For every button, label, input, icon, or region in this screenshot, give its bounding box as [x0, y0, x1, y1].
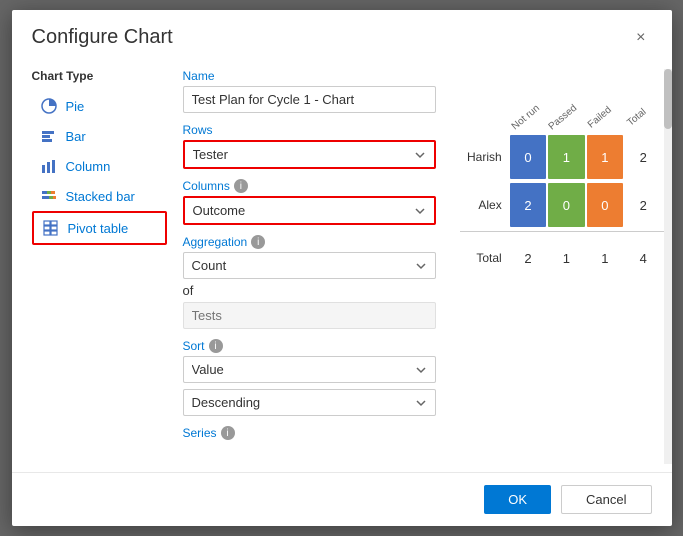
rows-label: Rows [183, 123, 436, 137]
columns-info-icon[interactable]: i [234, 179, 248, 193]
chart-type-label: Chart Type [32, 69, 167, 83]
series-label: Series i [183, 426, 436, 440]
total-failed: 1 [587, 236, 623, 280]
columns-label: Columns i [183, 179, 436, 193]
aggregation-select[interactable]: Count [183, 252, 436, 279]
rows-select[interactable]: Tester [183, 140, 436, 169]
of-input [183, 302, 436, 329]
sidebar-item-stacked-bar-label: Stacked bar [66, 189, 135, 204]
name-input[interactable] [183, 86, 436, 113]
form-area: Name Rows Tester Columns i Outcome [167, 69, 452, 464]
pie-icon [40, 97, 58, 115]
cell-alex-passed: 0 [548, 183, 584, 227]
of-label: of [183, 283, 436, 298]
sidebar-item-bar-label: Bar [66, 129, 86, 144]
dialog-title: Configure Chart [32, 26, 173, 49]
scrollbar-track[interactable] [664, 69, 672, 464]
sort-info-icon[interactable]: i [209, 339, 223, 353]
sidebar-item-pivot-table[interactable]: Pivot table [32, 211, 167, 245]
pivot-table: Not run Passed Failed Total Harish 0 1 1… [460, 85, 664, 280]
sort-group: Sort i Value Descending [183, 339, 436, 416]
row-label-harish: Harish [460, 150, 510, 164]
sort-label: Sort i [183, 339, 436, 353]
sort-order-select[interactable]: Descending [183, 389, 436, 416]
cancel-button[interactable]: Cancel [561, 485, 651, 514]
chart-area: Not run Passed Failed Total Harish 0 1 1… [452, 69, 672, 464]
stacked-bar-icon [40, 187, 58, 205]
sidebar-item-pivot-label: Pivot table [68, 221, 129, 236]
pivot-header-row: Not run Passed Failed Total [516, 85, 664, 133]
aggregation-group: Aggregation i Count of [183, 235, 436, 329]
configure-chart-dialog: Configure Chart × Chart Type Pie [12, 10, 672, 526]
chart-type-sidebar: Chart Type Pie [12, 69, 167, 464]
sidebar-item-pie[interactable]: Pie [32, 91, 167, 121]
sidebar-item-pie-label: Pie [66, 99, 85, 114]
cell-harish-failed: 1 [587, 135, 623, 179]
column-icon [40, 157, 58, 175]
series-group: Series i [183, 426, 436, 440]
cell-harish-total: 2 [625, 135, 661, 179]
cell-alex-failed: 0 [587, 183, 623, 227]
sidebar-item-bar[interactable]: Bar [32, 121, 167, 151]
row-label-alex: Alex [460, 198, 510, 212]
total-passed: 1 [548, 236, 584, 280]
cell-harish-not-run: 0 [510, 135, 546, 179]
columns-select[interactable]: Outcome [183, 196, 436, 225]
aggregation-info-icon[interactable]: i [251, 235, 265, 249]
dialog-body: Chart Type Pie [12, 59, 672, 464]
sort-value-select[interactable]: Value [183, 356, 436, 383]
dialog-header: Configure Chart × [12, 10, 672, 59]
pivot-total-row: Total 2 1 1 4 [460, 231, 664, 280]
cell-alex-not-run: 2 [510, 183, 546, 227]
sidebar-item-stacked-bar[interactable]: Stacked bar [32, 181, 167, 211]
header-total: Total [596, 74, 654, 133]
total-not-run: 2 [510, 236, 546, 280]
name-label: Name [183, 69, 436, 83]
columns-group: Columns i Outcome [183, 179, 436, 225]
table-row: Harish 0 1 1 2 [460, 135, 664, 179]
series-info-icon[interactable]: i [221, 426, 235, 440]
bar-icon [40, 127, 58, 145]
cell-harish-passed: 1 [548, 135, 584, 179]
rows-group: Rows Tester [183, 123, 436, 169]
table-row: Alex 2 0 0 2 [460, 183, 664, 227]
ok-button[interactable]: OK [484, 485, 551, 514]
pivot-icon [42, 219, 60, 237]
sidebar-item-column-label: Column [66, 159, 111, 174]
sidebar-item-column[interactable]: Column [32, 151, 167, 181]
total-label: Total [460, 251, 510, 265]
dialog-footer: OK Cancel [12, 472, 672, 526]
scrollbar-thumb[interactable] [664, 69, 672, 129]
cell-alex-total: 2 [625, 183, 661, 227]
total-grand: 4 [625, 236, 661, 280]
aggregation-label: Aggregation i [183, 235, 436, 249]
name-group: Name [183, 69, 436, 113]
close-button[interactable]: × [630, 28, 651, 48]
